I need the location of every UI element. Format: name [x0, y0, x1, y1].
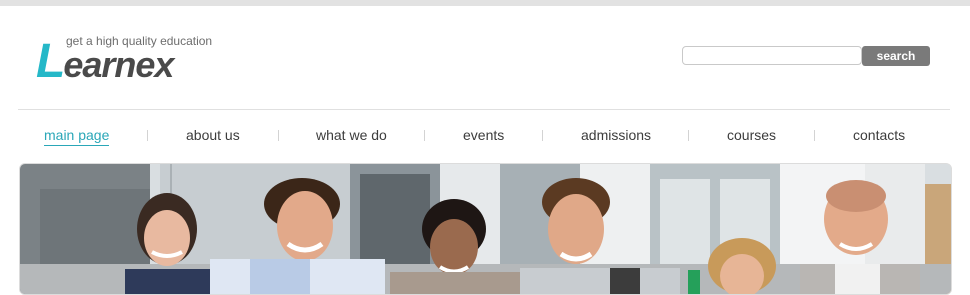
top-strip — [0, 0, 970, 6]
search-button[interactable]: search — [862, 46, 930, 66]
nav-item-what-we-do[interactable]: what we do — [316, 125, 387, 145]
logo-letter-l: L — [36, 35, 65, 88]
nav-separator — [542, 130, 543, 141]
nav-item-contacts[interactable]: contacts — [853, 125, 905, 145]
nav-separator — [688, 130, 689, 141]
logo-letters: earnex — [63, 44, 174, 85]
logo[interactable]: get a high quality education Learnex — [36, 28, 236, 86]
nav-item-about-us[interactable]: about us — [186, 125, 240, 145]
search-input[interactable] — [682, 46, 862, 65]
nav-item-courses[interactable]: courses — [727, 125, 776, 145]
nav-separator — [814, 130, 815, 141]
header-divider — [18, 109, 950, 110]
nav-separator — [278, 130, 279, 141]
nav-separator — [147, 130, 148, 141]
nav-separator — [424, 130, 425, 141]
logo-wordmark: Learnex — [36, 38, 174, 86]
nav-item-main-page[interactable]: main page — [44, 125, 110, 146]
nav-item-admissions[interactable]: admissions — [581, 125, 651, 145]
main-nav: main page about us what we do events adm… — [0, 125, 970, 147]
nav-item-events[interactable]: events — [463, 125, 504, 145]
hero-photo-students — [20, 164, 951, 294]
hero-banner — [19, 163, 952, 295]
